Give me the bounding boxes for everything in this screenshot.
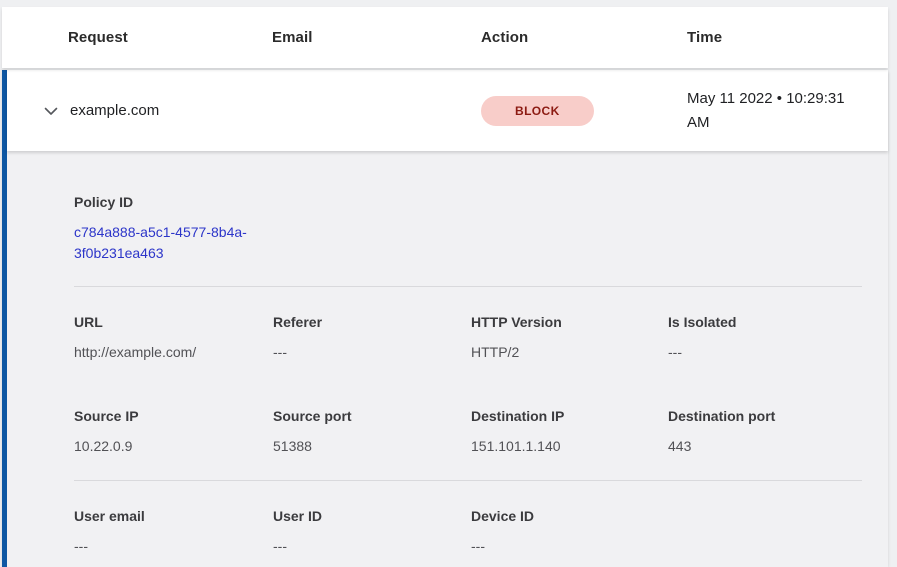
destination-ip-value: 151.101.1.140 xyxy=(471,438,668,455)
url-label: URL xyxy=(74,314,273,331)
user-id-value: --- xyxy=(273,538,471,555)
destination-port-value: 443 xyxy=(668,438,862,455)
action-badge-block: BLOCK xyxy=(481,96,594,126)
chevron-down-icon[interactable] xyxy=(43,103,59,119)
destination-ip-field: Destination IP 151.101.1.140 xyxy=(471,408,668,455)
source-ip-field: Source IP 10.22.0.9 xyxy=(74,408,273,455)
http-version-label: HTTP Version xyxy=(471,314,668,331)
device-id-value: --- xyxy=(471,538,668,555)
user-id-field: User ID --- xyxy=(273,508,471,555)
section-divider xyxy=(74,480,862,481)
policy-id-link[interactable]: c784a888-a5c1-4577-8b4a-3f0b231ea463 xyxy=(74,222,269,264)
user-email-value: --- xyxy=(74,538,273,555)
detail-grid-row-network: Source IP 10.22.0.9 Source port 51388 De… xyxy=(74,408,862,455)
source-port-field: Source port 51388 xyxy=(273,408,471,455)
referer-field: Referer --- xyxy=(273,314,471,361)
http-version-value: HTTP/2 xyxy=(471,344,668,361)
table-header-row: Request Email Action Time xyxy=(2,7,888,68)
policy-id-field: Policy ID c784a888-a5c1-4577-8b4a-3f0b23… xyxy=(74,194,862,264)
url-value: http://example.com/ xyxy=(74,344,273,361)
user-email-field: User email --- xyxy=(74,508,273,555)
destination-ip-label: Destination IP xyxy=(471,408,668,425)
device-id-field: Device ID --- xyxy=(471,508,668,555)
source-ip-value: 10.22.0.9 xyxy=(74,438,273,455)
policy-id-label: Policy ID xyxy=(74,194,862,211)
time-cell: May 11 2022 • 10:29:31 AM xyxy=(687,87,863,135)
column-header-action: Action xyxy=(481,29,687,46)
referer-label: Referer xyxy=(273,314,471,331)
user-email-label: User email xyxy=(74,508,273,525)
source-port-label: Source port xyxy=(273,408,471,425)
section-divider xyxy=(74,286,862,287)
source-port-value: 51388 xyxy=(273,438,471,455)
column-header-request: Request xyxy=(68,29,272,46)
url-field: URL http://example.com/ xyxy=(74,314,273,361)
log-detail-panel: Policy ID c784a888-a5c1-4577-8b4a-3f0b23… xyxy=(7,151,888,567)
log-row-example-com[interactable]: example.com BLOCK May 11 2022 • 10:29:31… xyxy=(7,70,888,151)
is-isolated-field: Is Isolated --- xyxy=(668,314,862,361)
is-isolated-label: Is Isolated xyxy=(668,314,862,331)
action-cell: BLOCK xyxy=(481,96,687,126)
referer-value: --- xyxy=(273,344,471,361)
destination-port-field: Destination port 443 xyxy=(668,408,862,455)
destination-port-label: Destination port xyxy=(668,408,862,425)
expanded-log-entry: example.com BLOCK May 11 2022 • 10:29:31… xyxy=(2,70,888,567)
empty-cell xyxy=(668,508,862,555)
column-header-email: Email xyxy=(272,29,481,46)
device-id-label: Device ID xyxy=(471,508,668,525)
detail-grid-row-http: URL http://example.com/ Referer --- HTTP… xyxy=(74,314,862,361)
request-domain: example.com xyxy=(70,102,272,119)
source-ip-label: Source IP xyxy=(74,408,273,425)
detail-grid-row-user: User email --- User ID --- Device ID --- xyxy=(74,508,862,555)
user-id-label: User ID xyxy=(273,508,471,525)
http-version-field: HTTP Version HTTP/2 xyxy=(471,314,668,361)
column-header-time: Time xyxy=(687,29,888,46)
is-isolated-value: --- xyxy=(668,344,862,361)
